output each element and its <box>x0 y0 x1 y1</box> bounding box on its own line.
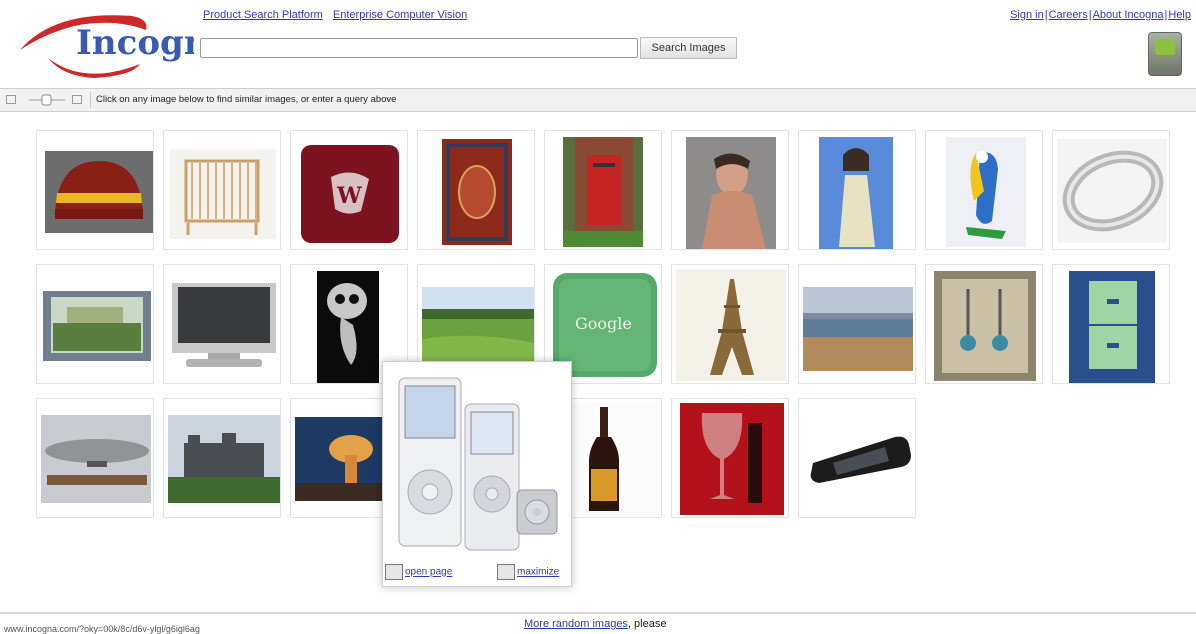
red-mailbox-image <box>563 137 643 247</box>
link-separator: | <box>1088 9 1092 21</box>
nvidia-badge-icon[interactable] <box>1148 32 1182 76</box>
image-thumbnail[interactable] <box>671 398 789 518</box>
image-thumbnail[interactable] <box>163 398 281 518</box>
link-separator: | <box>1044 9 1048 21</box>
footer: More random images, please <box>524 618 666 630</box>
open-page-control: open page <box>385 564 452 580</box>
account-links: Sign in|Careers|About Incogna|Help <box>1009 9 1192 21</box>
maximize-icon[interactable] <box>497 564 515 580</box>
beach-seascape-image <box>803 287 913 371</box>
link-enterprise-computer-vision[interactable]: Enterprise Computer Vision <box>333 9 467 21</box>
red-wine-glass-image <box>680 403 784 515</box>
image-thumbnail[interactable] <box>925 130 1043 250</box>
link-product-search-platform[interactable]: Product Search Platform <box>203 9 323 21</box>
svg-text:W: W <box>336 183 362 209</box>
maximize-control: maximize <box>497 564 559 580</box>
image-thumbnail[interactable] <box>36 264 154 384</box>
earrings-image <box>934 271 1036 381</box>
image-thumbnail[interactable] <box>36 398 154 518</box>
search-input[interactable] <box>200 38 638 58</box>
wooden-crib-image <box>170 149 276 239</box>
zeppelin-model-image <box>41 415 151 503</box>
status-bar-url: www.incogna.com/?oky=00k/8c/d6v-ylgl/g6i… <box>4 624 200 634</box>
link-careers[interactable]: Careers <box>1049 9 1088 21</box>
image-thumbnail[interactable] <box>544 130 662 250</box>
man-portrait-image <box>686 137 776 249</box>
psp-console-image <box>803 413 913 505</box>
image-thumbnail[interactable] <box>798 264 916 384</box>
image-thumbnail[interactable] <box>417 130 535 250</box>
open-page-icon[interactable] <box>385 564 403 580</box>
wsu-pillow-image: W <box>301 145 399 243</box>
link-sign-in[interactable]: Sign in <box>1010 9 1044 21</box>
link-about-incogna[interactable]: About Incogna <box>1093 9 1164 21</box>
filing-cabinet-image <box>1069 271 1155 383</box>
image-thumbnail[interactable] <box>798 130 916 250</box>
link-help[interactable]: Help <box>1168 9 1191 21</box>
thumbnail-size-slider[interactable] <box>28 94 66 106</box>
image-thumbnail[interactable] <box>671 130 789 250</box>
knit-beanie-image <box>45 151 153 233</box>
list-view-icon[interactable] <box>72 95 82 104</box>
macaw-parrot-image <box>946 137 1026 247</box>
svg-text:Google: Google <box>575 314 632 333</box>
eiffel-tower-image <box>676 269 786 381</box>
maximize-link[interactable]: maximize <box>517 567 559 578</box>
image-thumbnail[interactable] <box>163 130 281 250</box>
ipod-family-image[interactable] <box>395 372 561 558</box>
search-images-button[interactable]: Search Images <box>640 37 737 59</box>
image-thumbnail[interactable] <box>671 264 789 384</box>
diamond-ring-image <box>1057 139 1167 243</box>
toolbar: Click on any image below to find similar… <box>0 88 1196 112</box>
image-thumbnail[interactable] <box>1052 130 1170 250</box>
more-random-images-link[interactable]: More random images <box>524 618 628 630</box>
footer-divider <box>0 612 1196 614</box>
image-thumbnail[interactable] <box>36 130 154 250</box>
landscape-painting-image <box>43 291 151 361</box>
persian-rug-image <box>442 139 512 245</box>
image-thumbnail[interactable] <box>163 264 281 384</box>
flat-tv-image <box>172 283 276 367</box>
image-thumbnail[interactable]: W <box>290 130 408 250</box>
image-thumbnail[interactable] <box>925 264 1043 384</box>
open-page-link[interactable]: open page <box>405 567 452 578</box>
woman-in-dress-image <box>819 137 893 249</box>
toolbar-divider <box>90 92 91 108</box>
incogna-logo[interactable]: Incogna <box>14 6 194 80</box>
link-separator: | <box>1164 9 1168 21</box>
instructions-text: Click on any image below to find similar… <box>96 94 397 105</box>
image-thumbnail[interactable] <box>798 398 916 518</box>
image-preview-popup: open page maximize <box>382 361 572 587</box>
footer-suffix: , please <box>627 618 667 630</box>
image-thumbnail[interactable] <box>1052 264 1170 384</box>
top-links: Product Search Platform Enterprise Compu… <box>203 9 474 21</box>
castle-ruins-image <box>168 415 280 503</box>
logo-text: Incogna <box>76 23 194 63</box>
grid-view-icon[interactable] <box>6 95 16 104</box>
